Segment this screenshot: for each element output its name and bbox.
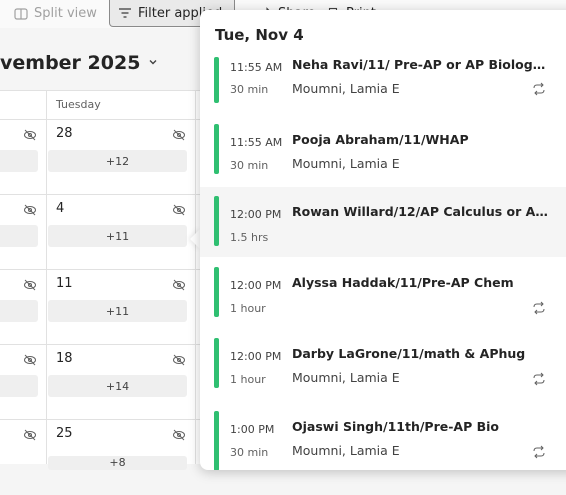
event-color-bar <box>214 267 219 317</box>
more-events-pill[interactable]: +11 <box>48 225 187 247</box>
event-title: Pooja Abraham/11/WHAP <box>292 132 469 147</box>
event-title: Rowan Willard/12/AP Calculus or AP P... <box>292 204 548 219</box>
event-color-bar <box>214 196 219 246</box>
more-events-pill[interactable] <box>0 225 38 247</box>
hidden-eye-icon[interactable] <box>23 353 37 367</box>
month-title: vember 2025 <box>0 52 141 74</box>
week-row: 4 +11 <box>0 194 200 270</box>
day-number[interactable]: 25 <box>56 426 73 441</box>
week-row: 25 +8 <box>0 419 200 495</box>
week-row: 11 +11 <box>0 269 200 345</box>
split-view-button[interactable]: Split view <box>14 0 97 27</box>
more-events-pill[interactable]: +14 <box>48 375 187 397</box>
day-header-tuesday: Tuesday <box>56 98 101 111</box>
event-organizer: Moumni, Lamia E <box>292 443 400 458</box>
hidden-eye-icon[interactable] <box>23 428 37 442</box>
recurring-icon <box>533 445 545 459</box>
event-item[interactable]: 12:00 PM 1 hour Alyssa Haddak/11/Pre-AP … <box>200 258 566 328</box>
hidden-eye-icon[interactable] <box>172 353 186 367</box>
event-time: 1:00 PM <box>230 423 275 436</box>
recurring-icon <box>533 372 545 386</box>
more-events-pill[interactable]: +12 <box>48 150 187 172</box>
event-item[interactable]: 12:00 PM 1 hour Darby LaGrone/11/math & … <box>200 329 566 399</box>
hidden-eye-icon[interactable] <box>172 128 186 142</box>
recurring-icon <box>533 301 545 315</box>
day-number[interactable]: 11 <box>56 276 73 291</box>
event-duration: 30 min <box>230 446 269 459</box>
event-item[interactable]: 1:00 PM 30 min Ojaswi Singh/11th/Pre-AP … <box>200 402 566 470</box>
day-number[interactable]: 18 <box>56 351 73 366</box>
month-picker[interactable]: vember 2025 <box>0 52 158 74</box>
day-number[interactable]: 4 <box>56 201 64 216</box>
event-title: Alyssa Haddak/11/Pre-AP Chem <box>292 275 514 290</box>
event-color-bar <box>214 411 219 470</box>
hidden-eye-icon[interactable] <box>172 428 186 442</box>
split-view-label: Split view <box>34 6 97 21</box>
more-events-pill[interactable]: +8 <box>48 456 187 470</box>
event-color-bar <box>214 124 219 174</box>
week-row: 28 +12 <box>0 119 200 195</box>
hidden-eye-icon[interactable] <box>172 203 186 217</box>
event-time: 12:00 PM <box>230 279 282 292</box>
split-view-icon <box>14 7 28 21</box>
day-number[interactable]: 28 <box>56 126 73 141</box>
hidden-eye-icon[interactable] <box>23 128 37 142</box>
event-organizer: Moumni, Lamia E <box>292 81 400 96</box>
more-events-pill[interactable]: +11 <box>48 300 187 322</box>
event-item[interactable]: 11:55 AM 30 min Pooja Abraham/11/WHAP Mo… <box>200 115 566 185</box>
event-duration: 1.5 hrs <box>230 231 269 244</box>
event-color-bar <box>214 338 219 388</box>
month-grid: Tuesday 28 +12 4 +11 11 +11 18 +14 25 +8 <box>0 90 200 470</box>
hidden-eye-icon[interactable] <box>23 278 37 292</box>
recurring-icon <box>533 82 545 96</box>
event-organizer: Moumni, Lamia E <box>292 156 400 171</box>
hidden-eye-icon[interactable] <box>172 278 186 292</box>
event-item-selected[interactable]: 12:00 PM 1.5 hrs Rowan Willard/12/AP Cal… <box>200 187 566 257</box>
event-duration: 30 min <box>230 159 269 172</box>
event-title: Neha Ravi/11/ Pre-AP or AP Biology, P... <box>292 57 548 72</box>
more-events-pill[interactable] <box>0 150 38 172</box>
popup-title: Tue, Nov 4 <box>215 26 304 44</box>
event-duration: 1 hour <box>230 373 266 386</box>
chevron-down-icon <box>148 56 158 70</box>
event-time: 11:55 AM <box>230 61 283 74</box>
day-events-popup: Tue, Nov 4 11:55 AM 30 min Neha Ravi/11/… <box>200 10 566 470</box>
hidden-eye-icon[interactable] <box>23 203 37 217</box>
more-events-pill[interactable] <box>0 375 38 397</box>
event-time: 11:55 AM <box>230 136 283 149</box>
week-row: 18 +14 <box>0 344 200 420</box>
event-duration: 1 hour <box>230 302 266 315</box>
more-events-pill[interactable] <box>0 300 38 322</box>
event-title: Darby LaGrone/11/math & APhug <box>292 346 526 361</box>
event-time: 12:00 PM <box>230 208 282 221</box>
event-time: 12:00 PM <box>230 350 282 363</box>
event-title: Ojaswi Singh/11th/Pre-AP Bio <box>292 419 499 434</box>
event-item[interactable]: 11:55 AM 30 min Neha Ravi/11/ Pre-AP or … <box>200 50 566 120</box>
event-organizer: Moumni, Lamia E <box>292 370 400 385</box>
event-duration: 30 min <box>230 83 269 96</box>
filter-icon <box>118 6 132 20</box>
event-color-bar <box>214 57 219 103</box>
